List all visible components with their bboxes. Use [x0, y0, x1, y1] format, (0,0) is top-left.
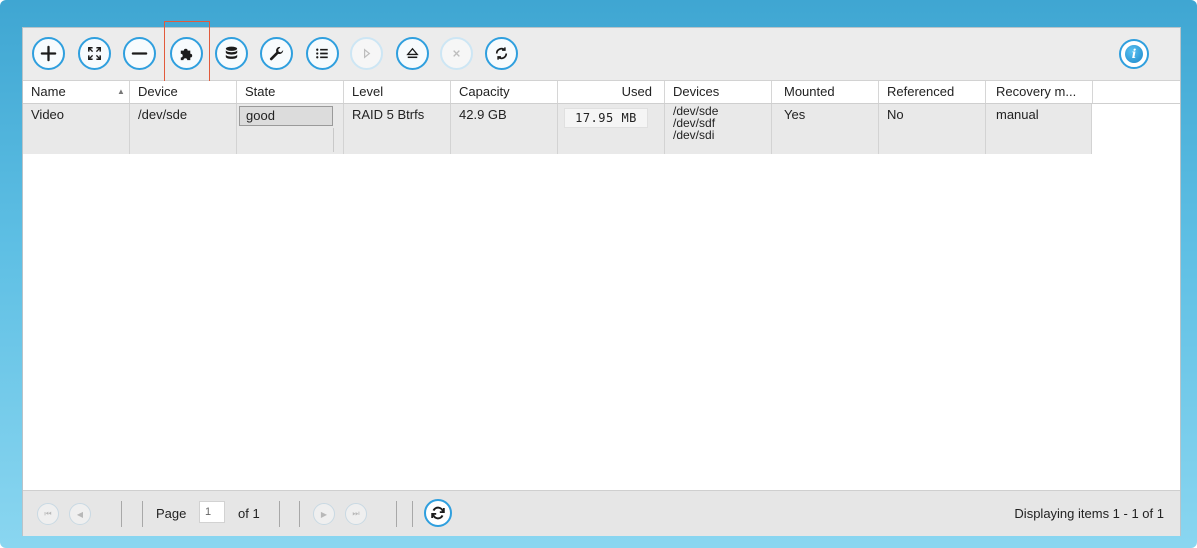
play-icon — [363, 48, 371, 59]
cancel-button[interactable] — [440, 37, 473, 70]
column-header-recovery[interactable]: Recovery m... — [986, 81, 1093, 103]
add-icon — [40, 45, 57, 62]
cell-state: good — [237, 104, 344, 154]
separator — [412, 501, 413, 527]
page-number-input[interactable]: 1 — [199, 501, 225, 523]
list-button[interactable] — [306, 37, 339, 70]
info-button[interactable]: i — [1119, 39, 1149, 69]
window-frame: i Name ▲ Device State Level Capacity Use… — [0, 0, 1197, 548]
eject-button[interactable] — [396, 37, 429, 70]
pool-panel: i Name ▲ Device State Level Capacity Use… — [22, 21, 1181, 536]
list-icon — [316, 48, 328, 59]
puzzle-icon — [180, 48, 193, 61]
cell-mounted: Yes — [772, 104, 879, 154]
state-value[interactable]: good — [239, 106, 333, 126]
remove-button[interactable] — [123, 37, 156, 70]
table-row[interactable]: Video /dev/sde good RAID 5 Btrfs 42.9 GB… — [23, 104, 1092, 154]
state-subcell — [239, 128, 334, 152]
sort-asc-icon: ▲ — [117, 87, 125, 96]
wrench-icon — [269, 46, 284, 61]
column-header-state[interactable]: State — [237, 81, 344, 103]
display-info: Displaying items 1 - 1 of 1 — [1014, 506, 1164, 521]
column-header-name[interactable]: Name ▲ — [23, 81, 130, 103]
column-label: Name — [31, 84, 66, 99]
play-button[interactable] — [350, 37, 383, 70]
pagination-bar: ⏮ ◀ Page 1 of 1 ▶ ⏭ Displaying items 1 -… — [23, 490, 1180, 536]
separator — [142, 501, 143, 527]
table-header: Name ▲ Device State Level Capacity Used … — [23, 81, 1180, 104]
column-header-device[interactable]: Device — [130, 81, 237, 103]
column-header-used[interactable]: Used — [558, 81, 665, 103]
cell-capacity: 42.9 GB — [451, 104, 558, 154]
last-page-button[interactable]: ⏭ — [345, 503, 367, 525]
expand-icon — [88, 47, 101, 60]
cell-devices: /dev/sde /dev/sdf /dev/sdi — [665, 104, 772, 154]
toolbar: i — [23, 21, 1180, 82]
refresh-button[interactable] — [424, 499, 452, 527]
cell-used: 17.95 MB — [558, 104, 665, 154]
close-icon — [453, 50, 460, 57]
device-entry: /dev/sdi — [673, 128, 715, 142]
prev-page-button[interactable]: ◀ — [69, 503, 91, 525]
cell-device: /dev/sde — [130, 104, 237, 154]
info-icon: i — [1125, 45, 1143, 63]
puzzle-button[interactable] — [170, 37, 203, 70]
expand-button[interactable] — [78, 37, 111, 70]
circle-arrows-icon — [495, 47, 508, 60]
remove-icon — [131, 52, 148, 55]
database-icon — [225, 46, 238, 59]
first-page-button[interactable]: ⏮ — [37, 503, 59, 525]
eject-icon — [406, 47, 419, 59]
column-header-devices[interactable]: Devices — [665, 81, 772, 103]
next-page-button[interactable]: ▶ — [313, 503, 335, 525]
page-label: Page — [156, 506, 187, 521]
column-header-mounted[interactable]: Mounted — [772, 81, 879, 103]
cell-recovery: manual — [986, 104, 1092, 154]
database-button[interactable] — [215, 37, 248, 70]
first-page-icon: ⏮ — [44, 509, 52, 518]
sync-button[interactable] — [485, 37, 518, 70]
separator — [299, 501, 300, 527]
used-value: 17.95 MB — [564, 108, 648, 128]
refresh-icon — [431, 506, 445, 520]
last-page-icon: ⏭ — [352, 509, 360, 518]
separator — [396, 501, 397, 527]
separator — [279, 501, 280, 527]
page-count-label: of 1 — [238, 506, 260, 521]
column-header-capacity[interactable]: Capacity — [451, 81, 558, 103]
cell-referenced: No — [879, 104, 986, 154]
column-header-referenced[interactable]: Referenced — [879, 81, 986, 103]
separator — [121, 501, 122, 527]
prev-page-icon: ◀ — [76, 509, 84, 519]
wrench-button[interactable] — [260, 37, 293, 70]
column-header-level[interactable]: Level — [344, 81, 451, 103]
cell-level: RAID 5 Btrfs — [344, 104, 451, 154]
add-button[interactable] — [32, 37, 65, 70]
cell-name: Video — [23, 104, 130, 154]
next-page-icon: ▶ — [320, 509, 328, 519]
